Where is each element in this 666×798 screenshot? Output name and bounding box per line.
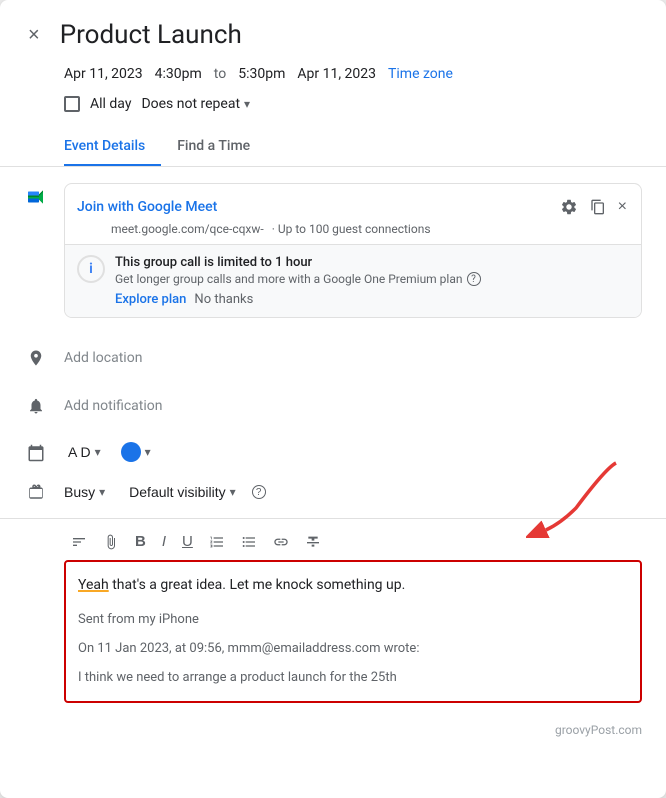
time-end[interactable]: 5:30pm xyxy=(238,66,285,82)
tab-find-a-time[interactable]: Find a Time xyxy=(177,128,266,166)
meet-guest-info: · Up to 100 guest connections xyxy=(272,222,431,236)
upgrade-desc: Get longer group calls and more with a G… xyxy=(115,272,629,286)
link-button[interactable] xyxy=(266,528,296,556)
no-thanks-button[interactable]: No thanks xyxy=(194,292,253,307)
description-blank2 xyxy=(78,631,628,639)
event-color-circle[interactable] xyxy=(121,442,141,462)
google-one-icon: i xyxy=(77,255,105,283)
meet-header: Join with Google Meet × xyxy=(65,184,641,222)
location-icon xyxy=(24,346,48,370)
help-circle-icon[interactable]: ? xyxy=(467,272,481,286)
meet-actions: × xyxy=(558,196,629,218)
underline-icon: U xyxy=(182,533,193,550)
event-dialog: × Product Launch Apr 11, 2023 4:30pm to … xyxy=(0,0,666,798)
description-line1: Yeah that's a great idea. Let me knock s… xyxy=(78,574,628,596)
event-title: Product Launch xyxy=(60,20,642,50)
time-start[interactable]: 4:30pm xyxy=(155,66,202,82)
meet-link: meet.google.com/qce-cqxw- xyxy=(111,222,264,236)
upgrade-title: This group call is limited to 1 hour xyxy=(115,255,629,270)
allday-label: All day xyxy=(90,96,131,112)
allday-row: All day Does not repeat ▾ xyxy=(0,90,666,128)
calendar-chevron-icon: ▾ xyxy=(95,445,101,459)
chevron-down-icon: ▾ xyxy=(244,97,250,111)
help-icon: ? xyxy=(252,485,266,499)
busy-label: Busy xyxy=(64,484,95,500)
timezone-link[interactable]: Time zone xyxy=(388,66,453,82)
repeat-label: Does not repeat xyxy=(141,96,240,112)
allday-checkbox[interactable] xyxy=(64,96,80,112)
calendar-row: A D ▾ ▾ xyxy=(0,430,666,474)
color-chevron-icon: ▾ xyxy=(145,445,151,459)
status-visibility-row: Busy ▾ Default visibility ▾ ? xyxy=(0,474,666,518)
attachment-button[interactable] xyxy=(96,528,126,556)
date-start: Apr 11, 2023 xyxy=(64,66,143,82)
ordered-list-button[interactable] xyxy=(202,528,232,556)
description-line7: I think we need to arrange a product lau… xyxy=(78,668,628,689)
upgrade-banner: i This group call is limited to 1 hour G… xyxy=(65,244,641,317)
meet-copy-button[interactable] xyxy=(588,197,608,217)
tabs-row: Event Details Find a Time xyxy=(0,128,666,167)
calendar-name: A D xyxy=(68,444,91,460)
description-blank3 xyxy=(78,660,628,668)
meet-card: Join with Google Meet × meet.google.com/… xyxy=(64,183,642,318)
meet-join-title[interactable]: Join with Google Meet xyxy=(77,199,548,215)
visibility-help-button[interactable]: ? xyxy=(252,485,266,499)
dialog-header: × Product Launch xyxy=(0,0,666,58)
description-text-area[interactable]: Yeah that's a great idea. Let me knock s… xyxy=(64,560,642,703)
close-icon: × xyxy=(618,198,627,216)
strikethrough-button[interactable] xyxy=(298,528,328,556)
datetime-row: Apr 11, 2023 4:30pm to 5:30pm Apr 11, 20… xyxy=(0,58,666,90)
busy-selector[interactable]: Busy ▾ xyxy=(56,478,113,506)
visibility-label: Default visibility xyxy=(129,484,225,500)
text-formatting-menu-button[interactable] xyxy=(64,528,94,556)
date-end: Apr 11, 2023 xyxy=(297,66,376,82)
visibility-selector[interactable]: Default visibility ▾ xyxy=(121,478,244,506)
meet-icon xyxy=(24,185,48,209)
meet-remove-button[interactable]: × xyxy=(616,196,629,218)
watermark: groovyPost.com xyxy=(0,719,666,745)
time-separator: to xyxy=(214,66,226,82)
toolbar-row: B I U xyxy=(0,518,666,556)
notification-row: Add notification xyxy=(0,382,666,430)
close-icon: × xyxy=(28,25,40,45)
repeat-selector[interactable]: Does not repeat ▾ xyxy=(141,96,250,112)
bold-icon: B xyxy=(135,533,146,550)
description-line5: On 11 Jan 2023, at 09:56, mmm@emailaddre… xyxy=(78,639,628,660)
unordered-list-button[interactable] xyxy=(234,528,264,556)
briefcase-icon xyxy=(24,480,48,504)
yeah-text: Yeah xyxy=(78,577,109,593)
meet-section: Join with Google Meet × meet.google.com/… xyxy=(0,167,666,334)
italic-button[interactable]: I xyxy=(155,527,173,556)
visibility-chevron-icon: ▾ xyxy=(230,485,236,499)
tab-event-details[interactable]: Event Details xyxy=(64,128,161,166)
bold-button[interactable]: B xyxy=(128,527,153,556)
color-picker-row: ▾ xyxy=(121,442,151,462)
description-container: B I U Yeah xyxy=(0,518,666,703)
calendar-selector[interactable]: A D ▾ xyxy=(60,438,109,466)
meet-link-row: meet.google.com/qce-cqxw- · Up to 100 gu… xyxy=(65,222,641,244)
watermark-text: groovyPost.com xyxy=(555,723,642,737)
notification-placeholder[interactable]: Add notification xyxy=(64,398,163,414)
meet-settings-button[interactable] xyxy=(558,196,580,218)
explore-plan-link[interactable]: Explore plan xyxy=(115,292,186,307)
busy-chevron-icon: ▾ xyxy=(99,485,105,499)
upgrade-links: Explore plan No thanks xyxy=(115,292,629,307)
italic-icon: I xyxy=(162,533,166,550)
description-blank1 xyxy=(78,596,628,610)
location-row: Add location xyxy=(0,334,666,382)
description-line1-rest: that's a great idea. Let me knock someth… xyxy=(112,577,405,593)
description-line3: Sent from my iPhone xyxy=(78,610,628,631)
calendar-icon xyxy=(24,441,48,465)
notification-icon xyxy=(24,394,48,418)
location-placeholder[interactable]: Add location xyxy=(64,350,142,366)
underline-button[interactable]: U xyxy=(175,527,200,556)
close-button[interactable]: × xyxy=(24,21,44,49)
upgrade-text: This group call is limited to 1 hour Get… xyxy=(115,255,629,307)
